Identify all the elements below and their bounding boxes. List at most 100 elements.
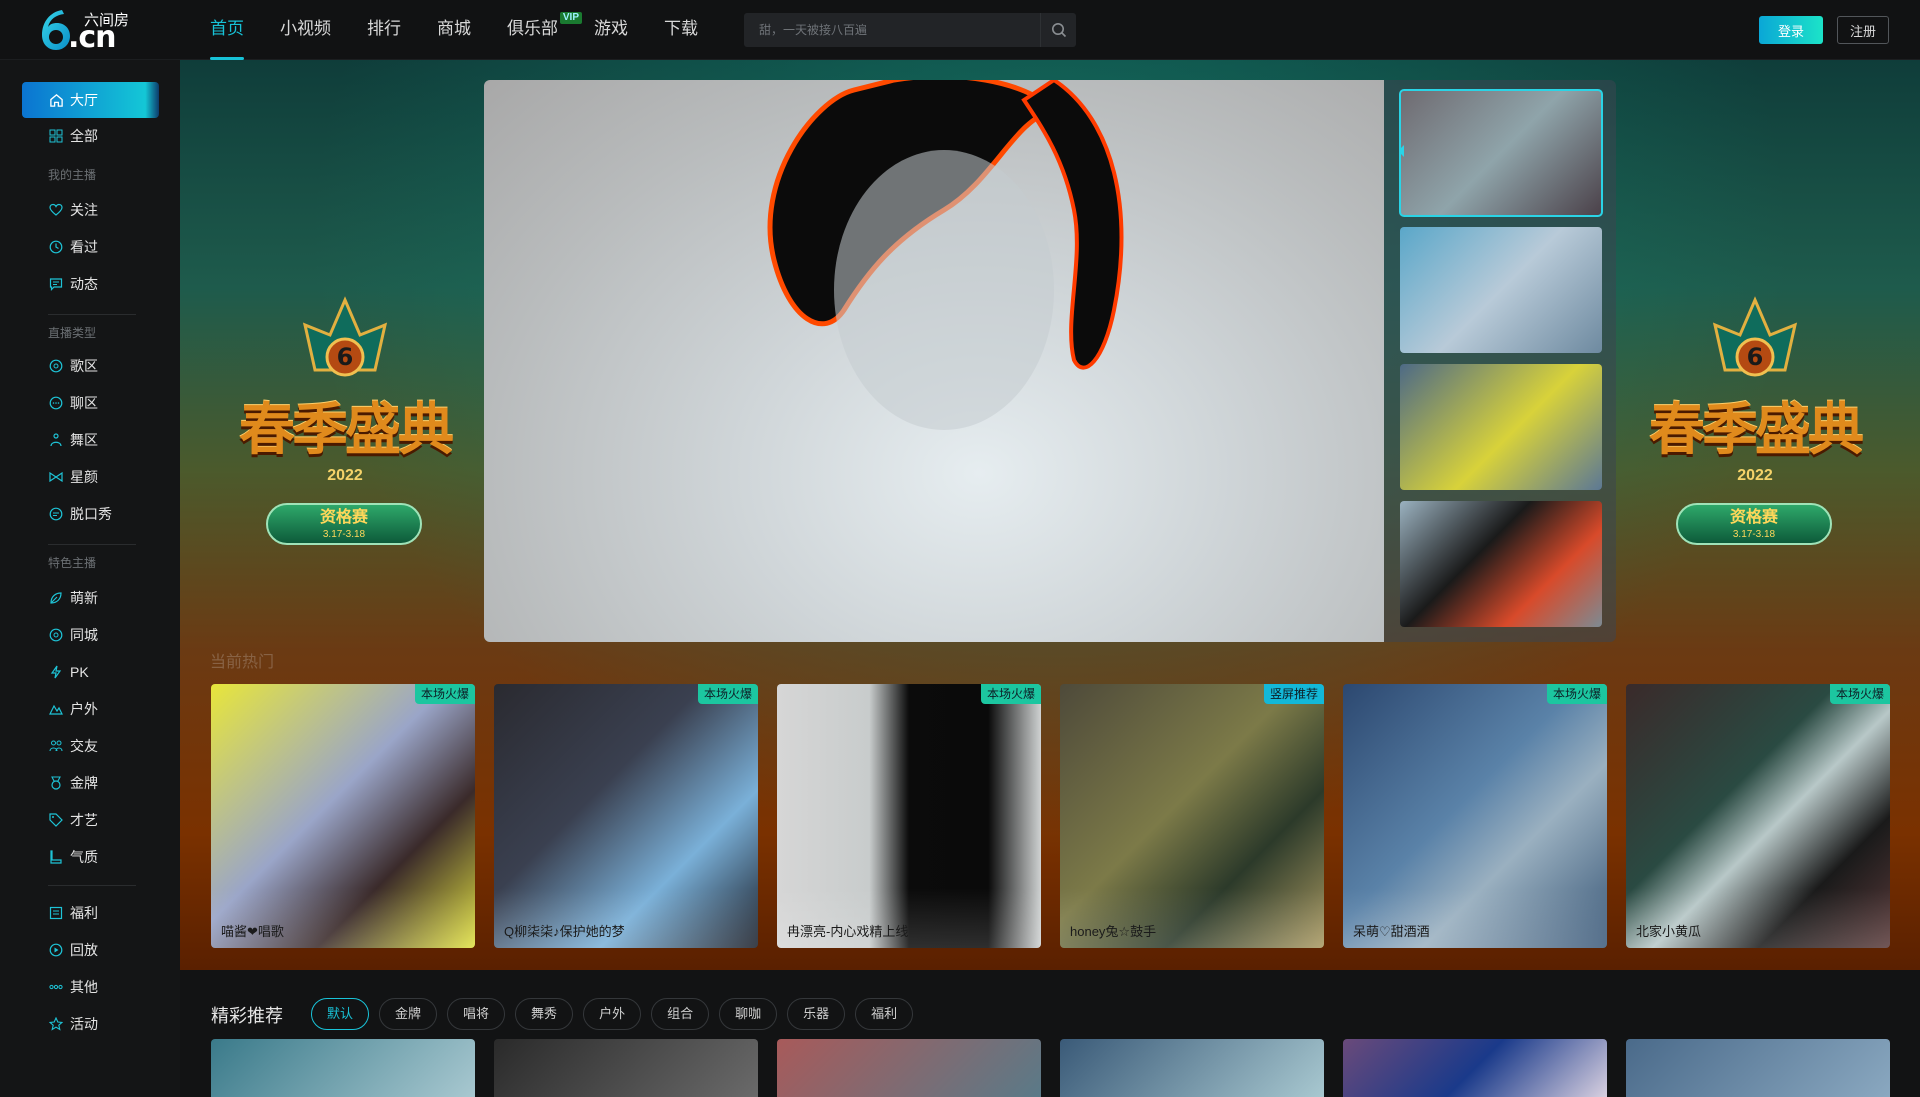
stream-card[interactable] (777, 1039, 1041, 1097)
live-video-player[interactable] (484, 80, 1384, 642)
sidebar-item-gold[interactable]: 金牌 (22, 765, 159, 801)
stream-card[interactable]: 竖屏推荐 honey兔☆鼓手 (1060, 684, 1324, 948)
chat-icon (48, 395, 64, 411)
sidebar-group-type: 直播类型 (48, 326, 97, 340)
chip-singer[interactable]: 唱将 (447, 998, 506, 1030)
users-icon (48, 738, 64, 754)
sidebar-item-replay[interactable]: 回放 (22, 932, 159, 968)
sidebar-item-label: 才艺 (70, 812, 98, 828)
sidebar-item-pk[interactable]: PK (22, 654, 159, 690)
festival-banner-right[interactable]: 6 春季盛典 2022 资格赛 3.17-3.18 (1620, 295, 1890, 575)
sidebar-divider (48, 314, 136, 315)
stream-card[interactable] (1343, 1039, 1607, 1097)
recommend-section: 精彩推荐 默认 金牌 唱将 舞秀 户外 组合 聊咖 乐器 福利 (180, 970, 1920, 1097)
sidebar-item-singing[interactable]: 歌区 (22, 348, 159, 384)
search-input[interactable] (744, 13, 1040, 47)
sidebar-item-history[interactable]: 看过 (22, 229, 159, 265)
sidebar-item-beauty[interactable]: 星颜 (22, 459, 159, 495)
chip-outdoor[interactable]: 户外 (583, 998, 642, 1030)
sidebar-item-talkshow[interactable]: 脱口秀 (22, 496, 159, 532)
sidebar-item-temperament[interactable]: 气质 (22, 839, 159, 875)
chip-instrument[interactable]: 乐器 (787, 998, 846, 1030)
nav-home-label: 首页 (210, 19, 244, 38)
leaf-icon (48, 590, 64, 606)
stream-card[interactable] (494, 1039, 758, 1097)
sidebar-item-label: 交友 (70, 738, 98, 754)
chip-welfare[interactable]: 福利 (855, 998, 914, 1030)
logo-six-icon (42, 10, 70, 50)
chip-talk[interactable]: 聊咖 (719, 998, 778, 1030)
live-thumbnail[interactable] (1400, 227, 1602, 353)
sidebar-item-newbie[interactable]: 萌新 (22, 580, 159, 616)
chip-group[interactable]: 组合 (651, 998, 710, 1030)
nav-home[interactable]: 首页 (210, 0, 244, 60)
stream-card[interactable] (1060, 1039, 1324, 1097)
banner-title: 春季盛典 (239, 397, 454, 463)
stream-card[interactable]: 本场火爆 冉漂亮-内心戏精上线 (777, 684, 1041, 948)
star-icon (48, 1016, 64, 1032)
sidebar-item-events[interactable]: 活动 (22, 1006, 159, 1042)
sidebar-item-label: PK (70, 664, 89, 680)
sidebar-item-label: 全部 (70, 128, 98, 144)
tag-icon (48, 812, 64, 828)
sidebar-item-chat[interactable]: 聊区 (22, 385, 159, 421)
sidebar-item-talent[interactable]: 才艺 (22, 802, 159, 838)
card-tag: 本场火爆 (697, 684, 758, 704)
nav-ranking[interactable]: 排行 (367, 0, 401, 60)
top-bar: 六间房 .cn 首页 小视频 排行 商城 俱乐部VIP 游戏 下载 登录 注册 (0, 0, 1920, 60)
login-button[interactable]: 登录 (1759, 16, 1823, 44)
nav-games-label: 游戏 (594, 19, 628, 38)
stream-card[interactable] (1626, 1039, 1890, 1097)
nav-club[interactable]: 俱乐部 VIP (507, 0, 582, 60)
stream-card[interactable]: 本场火爆 北家小黄瓜 (1626, 684, 1890, 948)
card-streamer-name: 冉漂亮-内心戏精上线 (787, 924, 909, 939)
card-streamer-name: 呆萌♡甜酒酒 (1353, 924, 1430, 939)
clock-icon (48, 239, 64, 255)
chip-default[interactable]: 默认 (311, 998, 370, 1030)
site-logo[interactable]: 六间房 .cn (38, 8, 138, 55)
boot-icon (48, 849, 64, 865)
nav-store[interactable]: 商城 (437, 0, 471, 60)
sidebar-item-hall[interactable]: 大厅 (22, 82, 159, 118)
festival-banner-left[interactable]: 6 春季盛典 2022 资格赛 3.17-3.18 (210, 295, 480, 575)
chip-gold[interactable]: 金牌 (379, 998, 438, 1030)
stream-card[interactable]: 本场火爆 Q柳柒柒♪保护她的梦 (494, 684, 758, 948)
live-thumbnail[interactable] (1399, 89, 1603, 217)
live-thumbnail-list (1399, 89, 1603, 638)
nav-games[interactable]: 游戏 (594, 0, 628, 60)
register-button[interactable]: 注册 (1837, 16, 1889, 44)
chip-dance[interactable]: 舞秀 (515, 998, 574, 1030)
live-thumbnail[interactable] (1400, 364, 1602, 490)
sidebar-item-other[interactable]: 其他 (22, 969, 159, 1005)
sidebar-item-social[interactable]: 交友 (22, 728, 159, 764)
stream-card[interactable]: 本场火爆 喵酱❤唱歌 (211, 684, 475, 948)
sidebar-item-all[interactable]: 全部 (22, 118, 159, 154)
sidebar-item-feed[interactable]: 动态 (22, 266, 159, 302)
stream-card[interactable] (211, 1039, 475, 1097)
sidebar-item-welfare[interactable]: 福利 (22, 895, 159, 931)
card-tag: 本场火爆 (414, 684, 475, 704)
sidebar-item-label: 其他 (70, 979, 98, 995)
live-thumbnail[interactable] (1400, 501, 1602, 627)
stream-card[interactable]: 本场火爆 呆萌♡甜酒酒 (1343, 684, 1607, 948)
more-icon (48, 979, 64, 995)
sidebar-item-follow[interactable]: 关注 (22, 192, 159, 228)
nav-short-video[interactable]: 小视频 (280, 0, 331, 60)
home-icon (48, 92, 64, 108)
sidebar-item-label: 看过 (70, 239, 98, 255)
sidebar-group-feature: 特色主播 (48, 556, 97, 570)
nav-download[interactable]: 下载 (664, 0, 698, 60)
sidebar-item-nearby[interactable]: 同城 (22, 617, 159, 653)
search-button[interactable] (1040, 13, 1076, 47)
card-streamer-name: 北家小黄瓜 (1636, 924, 1702, 939)
sidebar-item-label: 舞区 (70, 432, 98, 448)
sidebar-item-label: 萌新 (70, 590, 98, 606)
vip-badge: VIP (559, 12, 582, 24)
sidebar-item-label: 活动 (70, 1016, 98, 1032)
recommend-title: 精彩推荐 (211, 1006, 283, 1026)
banner-dates: 3.17-3.18 (322, 529, 366, 540)
sidebar-item-outdoor[interactable]: 户外 (22, 691, 159, 727)
location-icon (48, 627, 64, 643)
sidebar-item-dance[interactable]: 舞区 (22, 422, 159, 458)
main-nav: 首页 小视频 排行 商城 俱乐部 VIP 游戏 下载 (210, 0, 734, 60)
